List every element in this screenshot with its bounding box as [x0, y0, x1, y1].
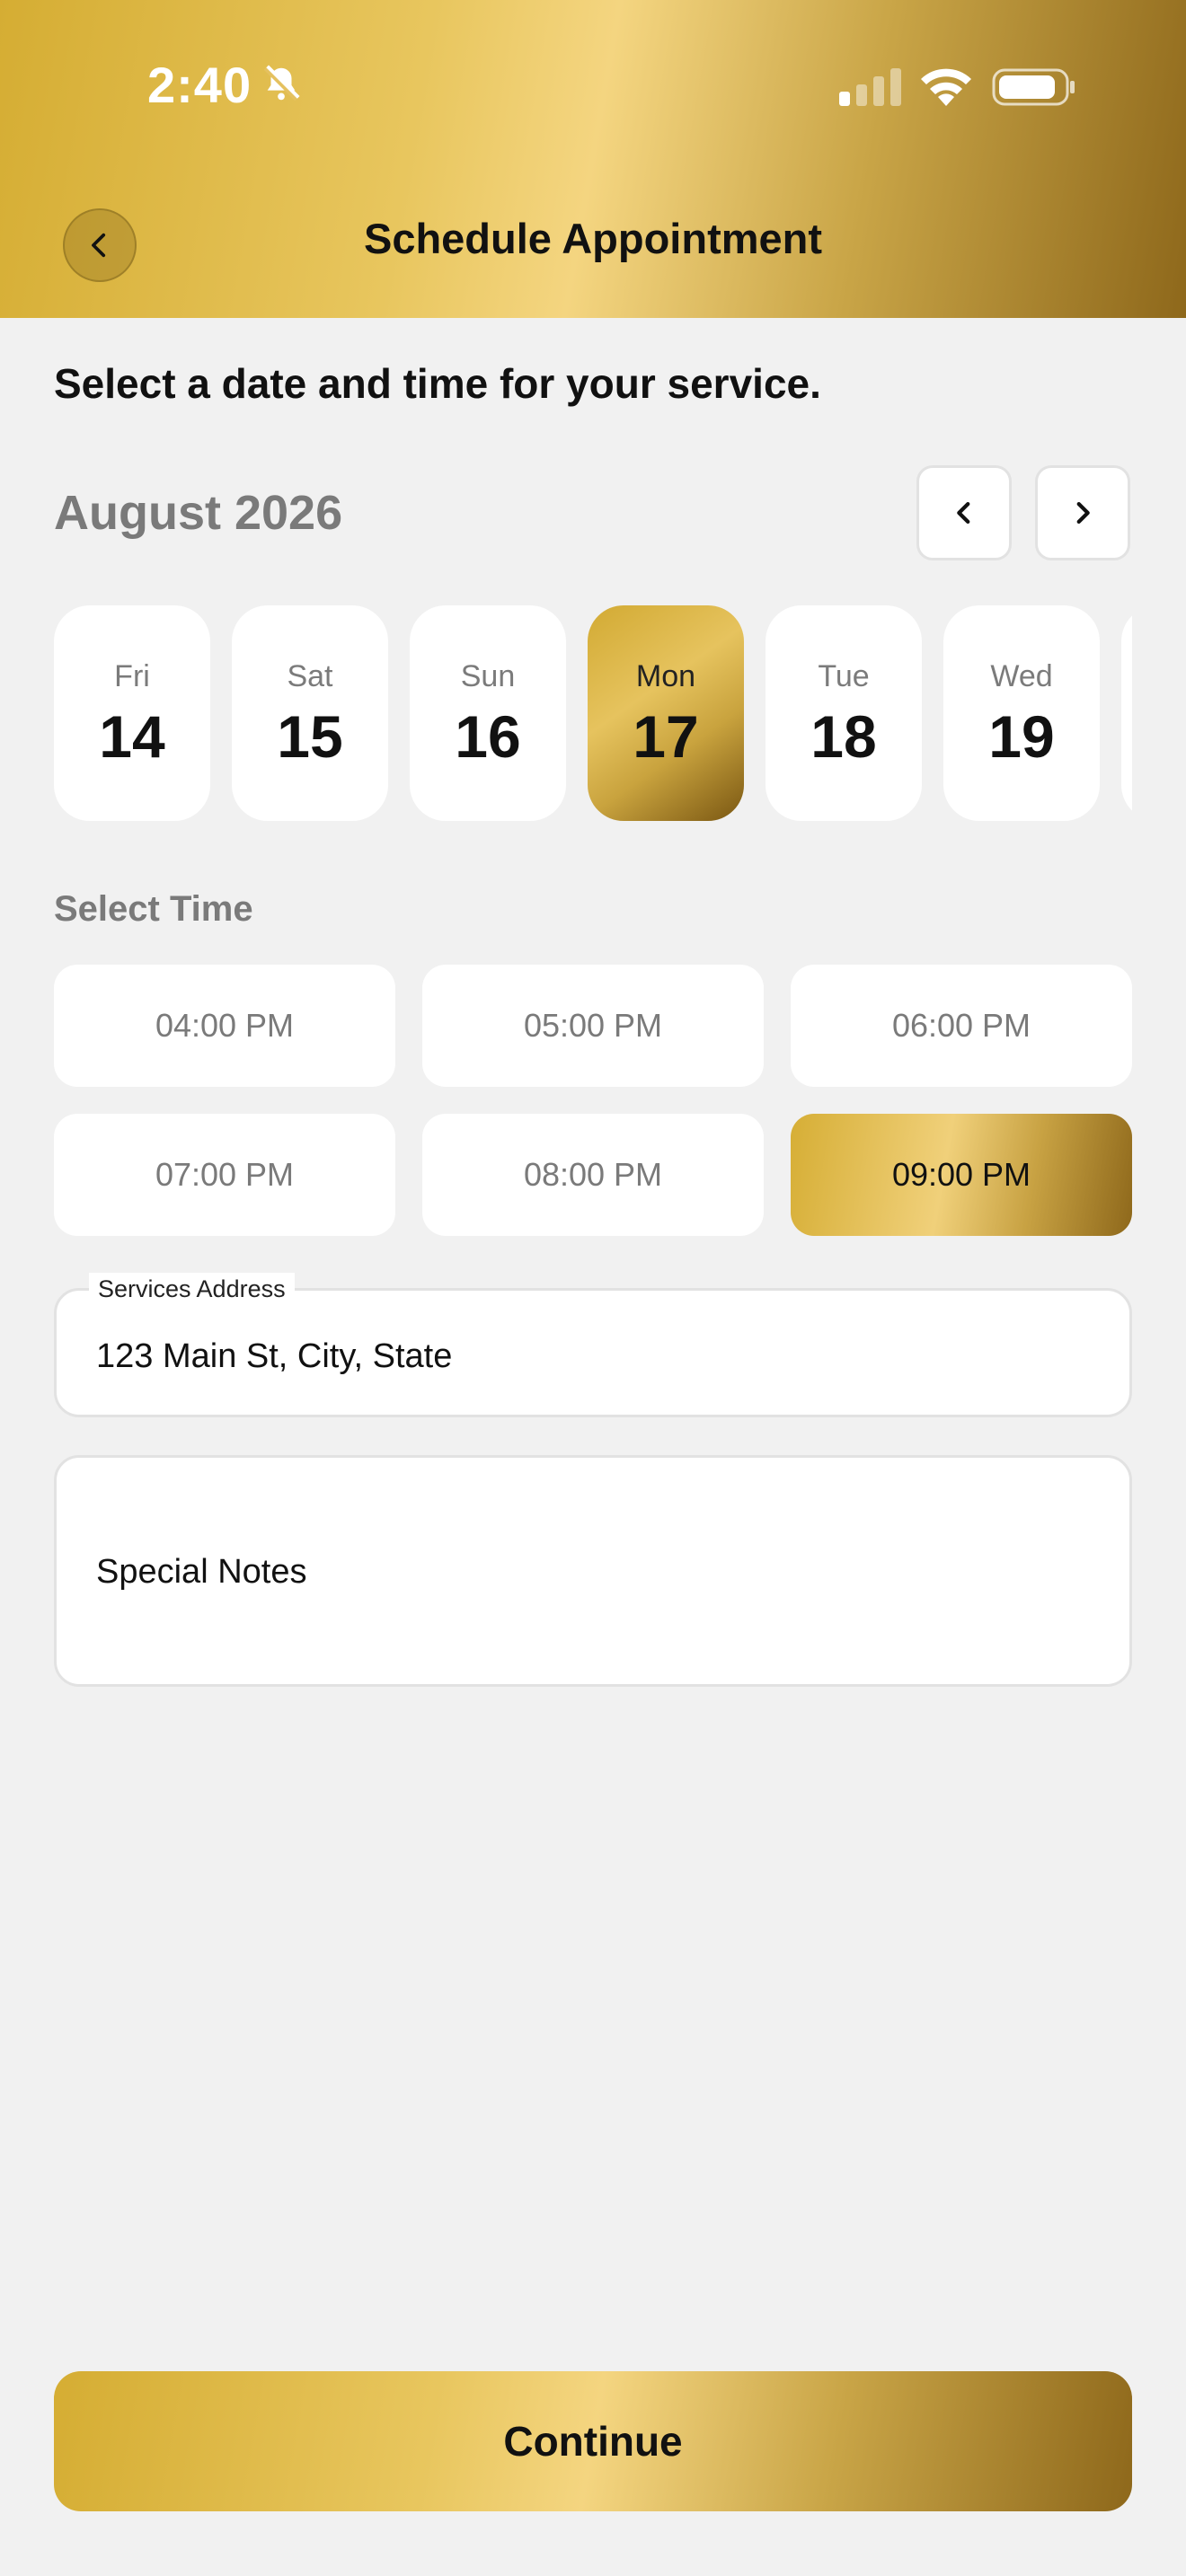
day-number: 18 [810, 703, 877, 770]
time-slot[interactable]: 06:00 PM [791, 965, 1132, 1087]
chevron-left-icon [957, 501, 970, 525]
select-time-label: Select Time [54, 889, 253, 929]
previous-month-button[interactable] [916, 465, 1012, 560]
day-card[interactable]: Fri 14 [54, 605, 210, 821]
time-slot[interactable]: 05:00 PM [422, 965, 764, 1087]
day-name: Sat [287, 659, 333, 693]
day-number: 14 [99, 703, 165, 770]
status-time: 2:40 [147, 57, 252, 113]
day-card-partial[interactable] [1121, 605, 1132, 821]
day-selector: Fri 14 Sat 15 Sun 16 Mon 17 Tue 18 Wed 1… [54, 605, 1132, 821]
month-label: August 2026 [54, 486, 343, 540]
service-address-label: Services Address [89, 1273, 295, 1305]
next-month-button[interactable] [1035, 465, 1130, 560]
chevron-right-icon [1076, 501, 1090, 525]
day-card[interactable]: Wed 19 [943, 605, 1100, 821]
time-slot[interactable]: 08:00 PM [422, 1114, 764, 1236]
cellular-signal-icon [839, 68, 901, 106]
day-number: 19 [988, 703, 1055, 770]
day-card[interactable]: Tue 18 [766, 605, 922, 821]
service-address-field[interactable]: Services Address 123 Main St, City, Stat… [54, 1273, 1132, 1417]
special-notes-placeholder: Special Notes [96, 1553, 307, 1591]
day-name: Sun [460, 659, 516, 693]
battery-icon [992, 68, 1075, 106]
continue-button[interactable]: Continue [54, 2371, 1132, 2511]
special-notes-field[interactable]: Special Notes [54, 1455, 1132, 1687]
day-number: 17 [633, 703, 699, 770]
page-subtitle: Select a date and time for your service. [54, 360, 821, 407]
bell-muted-icon [263, 65, 300, 101]
service-address-value: 123 Main St, City, State [96, 1337, 453, 1375]
day-number: 15 [277, 703, 343, 770]
day-card[interactable]: Sat 15 [232, 605, 388, 821]
app-header: 2:40 Schedule Appointment [0, 0, 1186, 318]
day-card-selected[interactable]: Mon 17 [588, 605, 744, 821]
day-name: Wed [990, 659, 1053, 693]
day-name: Tue [818, 659, 870, 693]
time-slot[interactable]: 04:00 PM [54, 965, 395, 1087]
time-slot[interactable]: 07:00 PM [54, 1114, 395, 1236]
day-number: 16 [455, 703, 521, 770]
day-name: Fri [114, 659, 150, 693]
day-name: Mon [635, 659, 696, 693]
page-title: Schedule Appointment [363, 215, 823, 262]
day-card[interactable]: Sun 16 [410, 605, 566, 821]
wifi-icon [921, 68, 971, 106]
time-slot-selected[interactable]: 09:00 PM [791, 1114, 1132, 1236]
